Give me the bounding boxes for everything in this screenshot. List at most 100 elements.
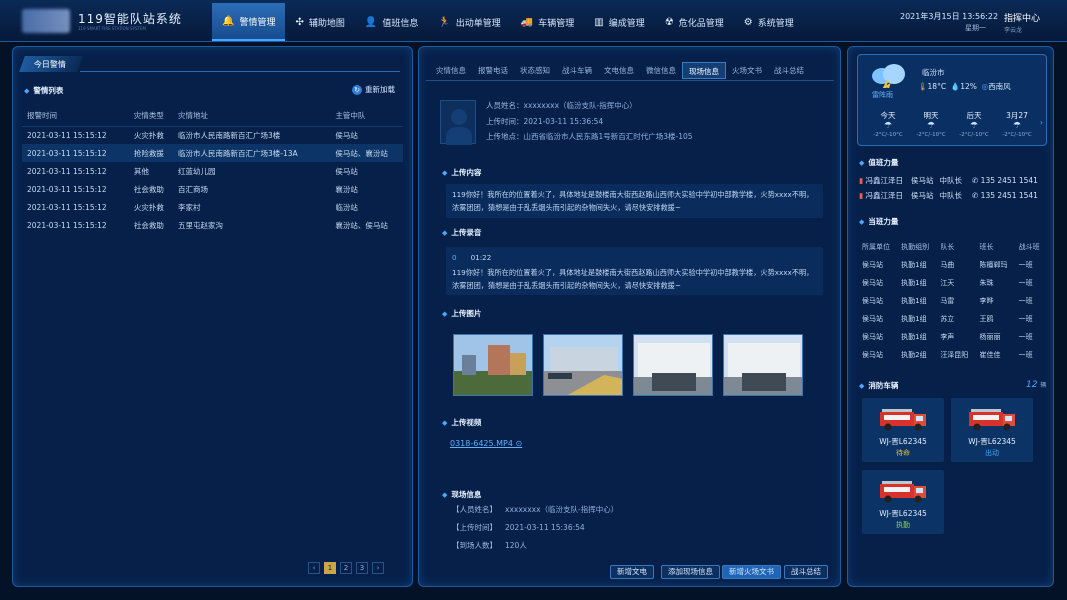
table-cell: 红蓝幼儿园 — [178, 166, 216, 176]
reload-button[interactable]: ↻ 重新加载 — [352, 84, 395, 95]
table-row[interactable]: 2021-03-11 15:15:12 社会救助 五里屯赵家沟 襄汾站、侯马站 — [22, 216, 403, 234]
nav-hazard[interactable]: ☢ 危化品管理 — [655, 3, 734, 41]
forecast-next-icon[interactable]: › — [1040, 118, 1043, 127]
weather-city: 临汾市 — [922, 68, 945, 77]
table-cell: 王鸥 — [979, 315, 994, 323]
page-button[interactable]: 1 — [324, 562, 336, 574]
scene-info-value: 2021-03-11 15:36:54 — [505, 523, 585, 532]
table-cell: 2021-03-11 15:15:12 — [27, 166, 107, 176]
upload-images-title: ◆ 上传图片 — [442, 309, 482, 318]
nav-running[interactable]: 🏃 出动单管理 — [428, 3, 510, 41]
tab-item[interactable]: 灾情信息 — [430, 62, 472, 79]
truck-plate: WJ-晋L62345 — [879, 437, 927, 446]
scene-photo[interactable] — [453, 334, 533, 396]
table-cell: 一班 — [1018, 315, 1033, 323]
column-header: 灾情地址 — [173, 106, 331, 127]
table-row[interactable]: 2021-03-11 15:15:12 抢险救援 临汾市人民南路新百汇广场3楼-13… — [22, 144, 403, 162]
duty-role: 中队长 — [939, 176, 963, 185]
video-file-link[interactable]: 0318-6425.MP4 ⊙ — [450, 439, 522, 448]
table-cell: 临汾站 — [335, 202, 358, 212]
gear-icon: ⚙ — [743, 16, 753, 28]
page-button[interactable]: 3 — [356, 562, 368, 574]
duty-station: 侯马站 — [911, 176, 934, 185]
nav-truck[interactable]: 🚚 车辆管理 — [511, 3, 584, 41]
action-button[interactable]: 添加现场信息 — [661, 565, 720, 579]
person-icon: 👤 — [364, 16, 378, 28]
truck-icon: 🚚 — [520, 16, 534, 28]
tab-item[interactable]: 战斗车辆 — [556, 62, 598, 79]
nav-label: 辅助地图 — [308, 18, 345, 29]
table-cell: 侯马站 — [862, 351, 883, 359]
user-menu[interactable]: 指挥中心 — [1004, 11, 1040, 24]
column-header: 班长 — [979, 243, 994, 251]
table-cell: 火灾扑救 — [133, 202, 164, 212]
scene-photo[interactable] — [723, 334, 803, 396]
table-cell: 执勤1组 — [901, 333, 927, 341]
table-cell: 侯马站 — [335, 130, 358, 140]
prev-page-button[interactable]: ‹ — [308, 562, 320, 574]
table-cell: 执勤1组 — [901, 297, 927, 305]
table-cell: 执勤1组 — [901, 279, 927, 287]
section-bullet-icon: ◆ — [442, 168, 448, 177]
map-icon: ✣ — [295, 16, 304, 28]
action-button[interactable]: 新增文电 — [610, 565, 654, 579]
action-button[interactable]: 战斗总结 — [784, 565, 828, 579]
column-header: 所属单位 — [862, 243, 890, 251]
truck-card[interactable]: WJ-晋L62345 待命 — [862, 398, 944, 462]
table-row[interactable]: 2021-03-11 15:15:12 火灾扑救 临汾市人民南路新百汇广场3楼 侯马站 — [22, 126, 403, 144]
table-row: 侯马站 执勤2组 汪泽昆阳 崔佳佳 一班 — [862, 346, 1048, 364]
audio-transcript: 119你好！我所在的位置着火了，具体地址是鼓楼南大街西赵路山西师大实验中学初中部… — [452, 268, 814, 290]
audio-duration: 01:22 — [470, 253, 492, 262]
nav-bell[interactable]: 🔔 警情管理 — [212, 3, 286, 41]
table-cell: 临汾市人民南路新百汇广场3楼 — [178, 130, 281, 140]
scene-photo[interactable] — [633, 334, 713, 396]
truck-card[interactable]: WJ-晋L62345 执勤 — [862, 470, 944, 534]
forecast-day: 3月27 ☂ -2°C/-10°C — [998, 110, 1036, 138]
table-row[interactable]: 2021-03-11 15:15:12 其他 红蓝幼儿园 侯马站 — [22, 162, 403, 180]
tab-item[interactable]: 微信信息 — [640, 62, 682, 79]
nav-map[interactable]: ✣ 辅助地图 — [285, 3, 354, 41]
page-button[interactable]: 2 — [340, 562, 352, 574]
next-page-button[interactable]: › — [372, 562, 384, 574]
rain-icon: ☂ — [1012, 121, 1022, 131]
alarm-table: 报警时间 灾情类型 灾情地址 主管中队 2021-03-11 15:15:12 火灾扑救… — [22, 106, 403, 234]
table-cell: 2021-03-11 15:15:12 — [27, 130, 107, 140]
hazard-icon: ☢ — [664, 16, 674, 28]
table-cell: 2021-03-11 15:15:12 — [27, 202, 107, 212]
trucks-count: 12 辆 — [1026, 380, 1047, 390]
tab-item[interactable]: 文电信息 — [598, 62, 640, 79]
column-header: 执勤组别 — [901, 243, 930, 251]
tab-item[interactable]: 战斗总结 — [768, 62, 810, 79]
audio-index[interactable]: 0 — [452, 251, 457, 264]
tab-item[interactable]: 现场信息 — [682, 62, 726, 79]
section-bullet-icon: ◆ — [859, 217, 865, 226]
thermometer-icon: 🌡 — [918, 82, 928, 91]
table-cell: 李声 — [940, 333, 955, 341]
tab-divider — [426, 80, 834, 81]
table-row[interactable]: 2021-03-11 15:15:12 社会救助 百汇商场 襄汾站 — [22, 180, 403, 198]
scene-photo[interactable] — [543, 334, 623, 396]
table-cell: 侯马站 — [862, 261, 883, 269]
truck-card[interactable]: WJ-晋L62345 出动 — [951, 398, 1033, 462]
fire-truck-icon — [969, 409, 1015, 431]
table-cell: 李家村 — [178, 202, 201, 212]
tab-item[interactable]: 火场文书 — [726, 62, 768, 79]
table-row[interactable]: 2021-03-11 15:15:12 火灾扑救 李家村 临汾站 — [22, 198, 403, 216]
tab-item[interactable]: 报警电话 — [472, 62, 514, 79]
table-cell: 陈檀郸玛 — [979, 261, 1008, 269]
duty-phone: ✆ 135 2451 1541 — [972, 191, 1038, 200]
nav-building[interactable]: ▥ 编成管理 — [584, 3, 654, 41]
duty-role: 中队长 — [939, 191, 963, 200]
action-button[interactable]: 新增火场文书 — [722, 565, 781, 579]
upload-location: 上传地点：山西省临汾市人民东路1号新百汇时代广场3楼-105 — [486, 132, 693, 141]
table-cell: 2021-03-11 15:15:12 — [27, 220, 107, 230]
nav-label: 系统管理 — [757, 18, 794, 29]
alarm-list-title: ◆ 警情列表 — [24, 86, 64, 95]
nav-label: 编成管理 — [608, 18, 645, 29]
nav-person[interactable]: 👤 值班信息 — [355, 3, 428, 41]
today-alarms-tab[interactable]: 今日警情 — [19, 56, 83, 72]
tab-item[interactable]: 状态感知 — [514, 62, 556, 79]
nav-gear[interactable]: ⚙ 系统管理 — [734, 3, 804, 41]
main-nav: 🔔 警情管理 ✣ 辅助地图 👤 值班信息 🏃 出动单管理 🚚 车辆管理 ▥ 编成管理 ☢ 危化品管理 ⚙ 系统… — [212, 3, 804, 41]
table-cell: 朱珠 — [979, 279, 994, 287]
